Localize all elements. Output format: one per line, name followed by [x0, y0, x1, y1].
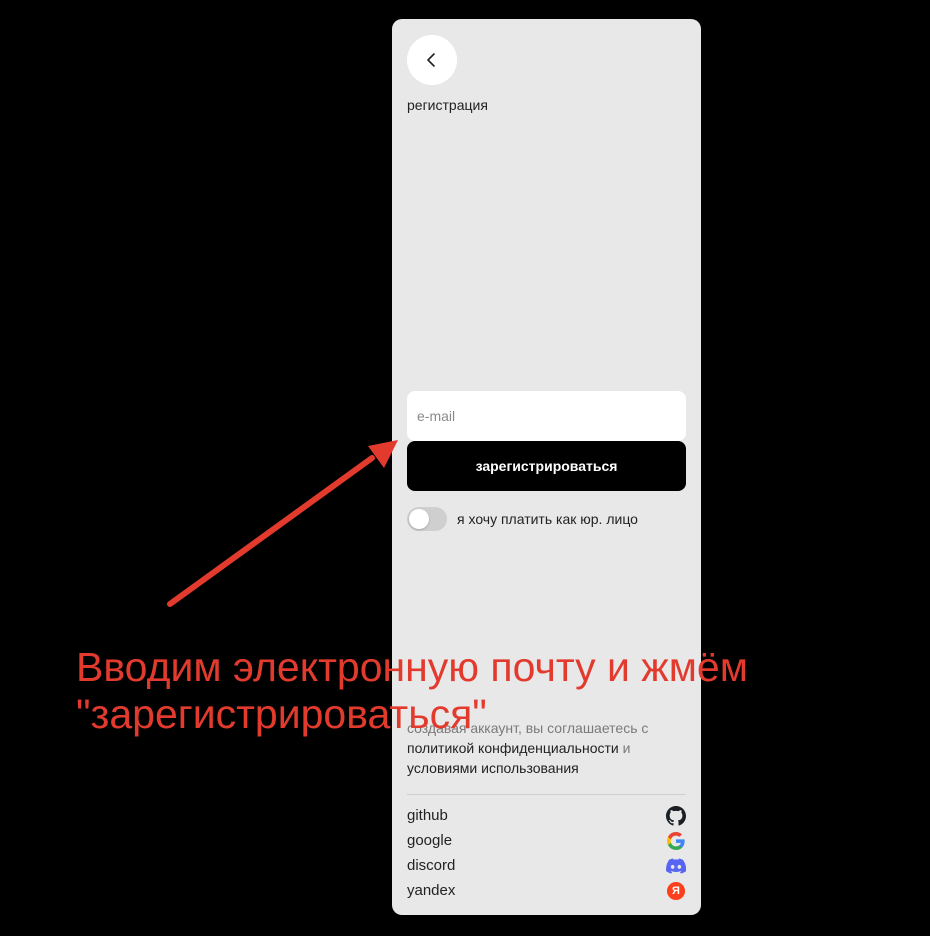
toggle-knob: [409, 509, 429, 529]
provider-label: discord: [407, 857, 456, 874]
annotation-line-1: Вводим электронную почту и жмём: [76, 644, 748, 690]
annotation-line-2: "зарегистрироваться": [76, 691, 487, 737]
provider-google[interactable]: google: [407, 828, 686, 853]
provider-yandex[interactable]: yandex Я: [407, 878, 686, 903]
privacy-policy-link[interactable]: политикой конфиденциальности: [407, 740, 619, 756]
legal-entity-row: я хочу платить как юр. лицо: [407, 507, 638, 531]
legal-entity-label: я хочу платить как юр. лицо: [457, 511, 638, 527]
email-input[interactable]: [407, 391, 686, 441]
yandex-badge: Я: [667, 881, 685, 900]
back-button[interactable]: [407, 35, 457, 85]
provider-label: github: [407, 807, 448, 824]
terms-of-use-link[interactable]: условиями использования: [407, 760, 579, 776]
annotation-text: Вводим электронную почту и жмём "зарегис…: [76, 644, 876, 738]
page-title: регистрация: [407, 97, 488, 113]
provider-github[interactable]: github: [407, 803, 686, 828]
provider-label: google: [407, 832, 453, 849]
oauth-provider-list: github google discord yandex Я: [407, 803, 686, 903]
divider: [407, 794, 686, 795]
chevron-left-icon: [427, 53, 435, 67]
register-button[interactable]: зарегистрироваться: [407, 441, 686, 491]
legal-entity-toggle[interactable]: [407, 507, 447, 531]
provider-discord[interactable]: discord: [407, 853, 686, 878]
yandex-icon: Я: [666, 881, 686, 901]
google-icon: [666, 831, 686, 851]
registration-panel: регистрация зарегистрироваться я хочу пл…: [392, 19, 701, 915]
discord-icon: [666, 856, 686, 876]
github-icon: [666, 805, 686, 826]
provider-label: yandex: [407, 882, 456, 899]
terms-conjunction: и: [622, 740, 631, 756]
